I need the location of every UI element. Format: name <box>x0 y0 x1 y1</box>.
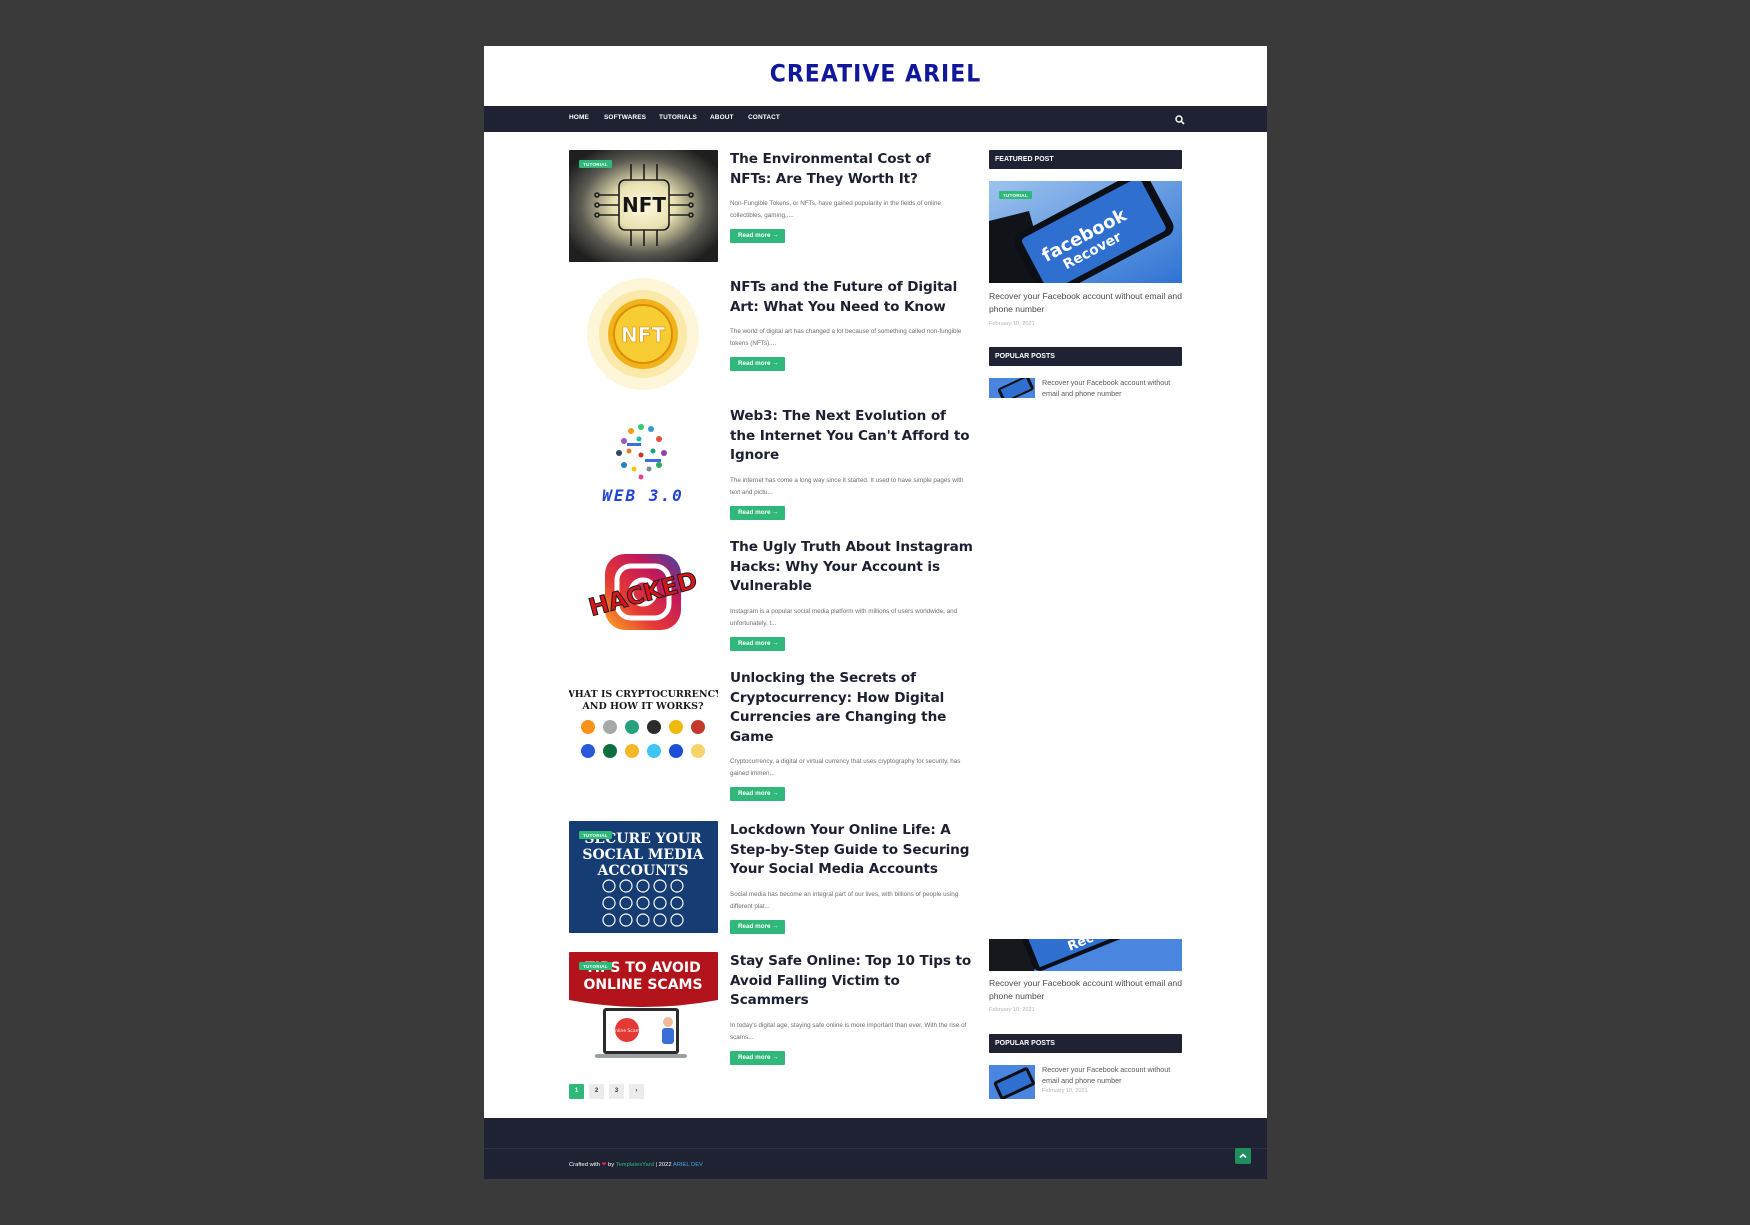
search-icon[interactable] <box>1174 113 1186 125</box>
post-excerpt: Social media has become an integral part… <box>730 890 959 910</box>
main-nav: HOME SOFTWARES TUTORIALS ABOUT CONTACT <box>484 106 1267 132</box>
footer-crafted: Crafted with <box>569 1162 600 1168</box>
nav-item-softwares[interactable]: SOFTWARES <box>604 114 646 121</box>
read-more-button[interactable]: Read more → <box>730 1050 785 1065</box>
post-thumbnail[interactable]: WHAT IS CRYPTOCURRENCY AND HOW IT WORKS? <box>569 669 718 781</box>
featured-post-image[interactable]: facebook Recover TUTORIAL <box>989 181 1182 283</box>
post-thumbnail[interactable]: SECURE YOUR SOCIAL MEDIA ACCOUNTS TUTORI… <box>569 821 718 933</box>
thumb-text: WEB 3.0 <box>602 486 683 505</box>
footer-divider <box>484 1148 1267 1149</box>
post-thumbnail[interactable]: NFT <box>569 278 718 390</box>
featured-post-image[interactable]: Rec <box>989 939 1182 971</box>
popular-post-date: February 10, 2021 <box>1042 1088 1088 1094</box>
post-excerpt: Non-Fungible Tokens, or NFTs, have gaine… <box>730 200 941 219</box>
page-1-button[interactable]: 1 <box>569 1084 584 1099</box>
category-tag[interactable]: TUTORIAL <box>579 962 612 970</box>
site-footer: Crafted with ❤ by TemplatesYard | 2022 A… <box>484 1118 1267 1179</box>
post-title[interactable]: Lockdown Your Online Life: A Step-by-Ste… <box>730 821 974 880</box>
footer-brand-link[interactable]: TemplatesYard <box>616 1162 654 1168</box>
featured-post-date: February 10, 2021 <box>989 1007 1035 1013</box>
popular-post-thumbnail[interactable] <box>989 378 1035 398</box>
post-excerpt: In today's digital age, staying safe onl… <box>730 1021 967 1041</box>
category-tag[interactable]: TUTORIAL <box>579 160 612 168</box>
category-tag[interactable]: TUTORIAL <box>579 831 612 839</box>
site-header: CREATIVE ARIEL <box>484 46 1267 106</box>
post-thumbnail[interactable]: WEB 3.0 <box>569 407 718 519</box>
popular-post-title[interactable]: Recover your Facebook account without em… <box>1042 1064 1182 1086</box>
popular-post-title[interactable]: Recover your Facebook account without em… <box>1042 377 1182 399</box>
read-more-button[interactable]: Read more → <box>730 505 785 520</box>
post-excerpt: The world of digital art has changed a l… <box>730 328 962 347</box>
nav-item-home[interactable]: HOME <box>569 114 589 121</box>
featured-post-date: February 10, 2021 <box>989 321 1035 327</box>
next-page-button[interactable]: › <box>629 1084 644 1099</box>
page-3-button[interactable]: 3 <box>609 1084 624 1099</box>
page: CREATIVE ARIEL HOME SOFTWARES TUTORIALS … <box>484 46 1267 1179</box>
chevron-up-icon <box>1239 1153 1247 1159</box>
post-excerpt: Instagram is a popular social media plat… <box>730 607 958 627</box>
thumb-text: NFT <box>622 193 666 217</box>
thumb-text: ONLINE SCAMS <box>583 977 702 993</box>
thumb-text: Online Scams <box>612 1028 643 1034</box>
post-title[interactable]: Unlocking the Secrets of Cryptocurrency:… <box>730 669 974 747</box>
category-tag[interactable]: TUTORIAL <box>999 191 1032 199</box>
thumb-text: AND HOW IT WORKS? <box>581 701 704 712</box>
footer-by: by <box>608 1162 615 1168</box>
nav-item-tutorials[interactable]: TUTORIALS <box>659 114 697 121</box>
read-more-button[interactable]: Read more → <box>730 636 785 651</box>
read-more-button[interactable]: Read more → <box>730 357 785 371</box>
thumb-text: WHAT IS CRYPTOCURRENCY <box>569 689 718 700</box>
post-title[interactable]: The Ugly Truth About Instagram Hacks: Wh… <box>730 538 974 597</box>
featured-post-title[interactable]: Recover your Facebook account without em… <box>989 290 1182 316</box>
popular-posts-heading: POPULAR POSTS <box>989 347 1182 366</box>
post-thumbnail[interactable]: NFT TUTORIAL <box>569 150 718 262</box>
read-more-button[interactable]: Read more → <box>730 919 785 934</box>
post-title[interactable]: Web3: The Next Evolution of the Internet… <box>730 407 974 466</box>
popular-post-thumbnail[interactable] <box>989 1065 1035 1099</box>
read-more-button[interactable]: Read more → <box>730 229 785 243</box>
thumb-text: ACCOUNTS <box>597 863 689 879</box>
nav-item-contact[interactable]: CONTACT <box>748 114 780 121</box>
featured-post-heading: FEATURED POST <box>989 150 1182 169</box>
post-excerpt: The internet has come a long way since i… <box>730 476 964 496</box>
read-more-button[interactable]: Read more → <box>730 787 785 801</box>
post-title[interactable]: The Environmental Cost of NFTs: Are They… <box>730 150 974 189</box>
thumb-text: NFT <box>621 323 665 347</box>
featured-post-title[interactable]: Recover your Facebook account without em… <box>989 977 1182 1003</box>
popular-posts-heading: POPULAR POSTS <box>989 1034 1182 1053</box>
nav-item-about[interactable]: ABOUT <box>710 114 734 121</box>
post-title[interactable]: NFTs and the Future of Digital Art: What… <box>730 278 974 317</box>
thumb-text: SOCIAL MEDIA <box>582 847 704 863</box>
back-to-top-button[interactable] <box>1235 1148 1251 1164</box>
site-title[interactable]: CREATIVE ARIEL <box>484 61 1267 88</box>
page-2-button[interactable]: 2 <box>589 1084 604 1099</box>
post-thumbnail[interactable]: TIPS TO AVOID ONLINE SCAMS Online Scams … <box>569 952 718 1064</box>
footer-year: | 2022 <box>655 1162 672 1168</box>
post-title[interactable]: Stay Safe Online: Top 10 Tips to Avoid F… <box>730 952 974 1011</box>
post-excerpt: Cryptocurrency, a digital or virtual cur… <box>730 758 961 777</box>
footer-credits: Crafted with ❤ by TemplatesYard | 2022 A… <box>569 1162 703 1168</box>
footer-dev-link[interactable]: ARIEL DEV <box>673 1162 703 1168</box>
heart-icon: ❤ <box>601 1162 607 1168</box>
post-thumbnail[interactable]: HACKED <box>569 538 718 650</box>
